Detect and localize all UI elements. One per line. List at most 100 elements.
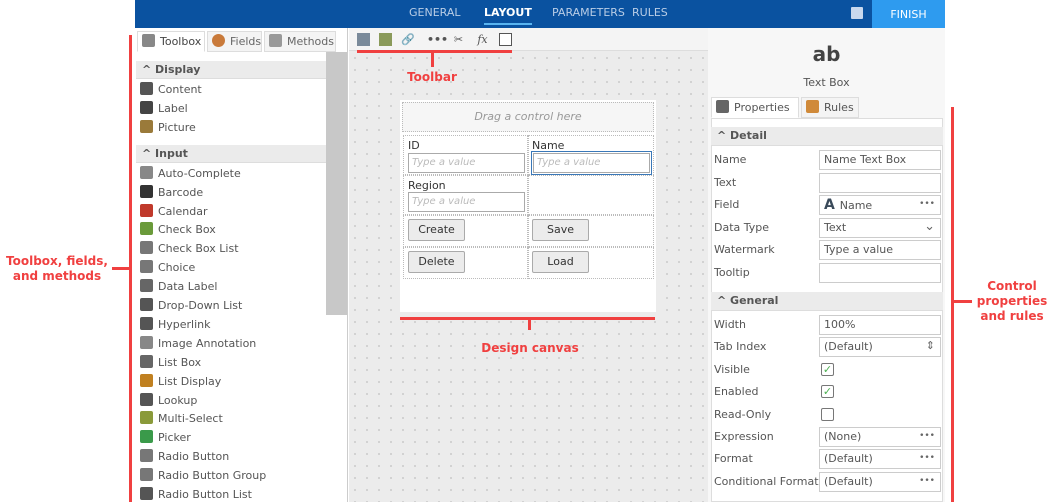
properties-icon [716,100,729,113]
tab-rules[interactable]: Rules [801,97,859,118]
list-box-icon [140,354,153,368]
region-input[interactable]: Type a value [408,192,525,212]
toolbox-item-list-display[interactable]: List Display [140,373,221,388]
tab-label: Methods [287,35,334,48]
ellipsis-icon[interactable]: ••• [919,449,935,467]
tab-properties[interactable]: Properties [711,97,799,118]
tab-toolbox[interactable]: Toolbox [137,31,205,52]
field-value: 100% [824,318,856,331]
tab-label: Properties [734,101,790,114]
spinner-icon[interactable]: ⇕ [926,337,935,355]
toolbox-item-picture[interactable]: Picture [140,119,196,134]
radio-button-list-icon [140,487,153,500]
toolbox-item-multi-select[interactable]: Multi-Select [140,411,223,425]
toolbox-item-auto-complete[interactable]: Auto-Complete [140,165,241,180]
textbox-icon: ab [812,42,841,66]
enabled-checkbox[interactable]: ✓ [821,385,834,399]
toolbox-item-calendar[interactable]: Calendar [140,203,207,218]
ellipsis-icon[interactable]: ••• [919,472,935,490]
item-label: Barcode [158,185,204,199]
toolbox-item-data-label[interactable]: Data Label [140,279,217,293]
tooltip-field[interactable] [819,263,941,283]
create-button[interactable]: Create [408,219,465,241]
toolbox-item-drop-down-list[interactable]: Drop-Down List [140,298,242,312]
annotation-toolbar: Toolbar [407,70,457,84]
expression-field[interactable]: (None) ••• [819,427,941,447]
id-input[interactable]: Type a value [408,153,525,173]
format-field[interactable]: (Default) ••• [819,449,941,470]
annotation-line [357,50,512,53]
toolbox-item-lookup[interactable]: Lookup [140,392,198,407]
tab-label: Fields [230,35,262,48]
section-header-display[interactable]: ^ Display [136,61,326,79]
save-button[interactable]: Save [532,219,589,241]
toolbox-item-barcode[interactable]: Barcode [140,184,204,199]
ellipsis-icon[interactable]: ••• [919,195,935,213]
item-label: Lookup [158,393,198,407]
toolbox-item-list-box[interactable]: List Box [140,354,202,369]
properties-icon[interactable] [499,33,512,46]
tab-fields[interactable]: Fields [207,31,262,52]
read-only-checkbox[interactable] [821,407,834,421]
name-input[interactable]: Type a value [531,151,652,175]
toolbox-item-radio-button-group[interactable]: Radio Button Group [140,468,266,482]
annotation-line [129,35,132,502]
toolbox-item-check-box[interactable]: Check Box [140,222,216,236]
tab-rules[interactable]: RULES [632,6,668,19]
chevron-down-icon[interactable]: ⌄ [924,218,935,236]
choice-icon [140,260,153,274]
toolbox-item-content[interactable]: Content [140,82,202,96]
save-icon[interactable] [851,7,863,19]
tab-parameters[interactable]: PARAMETERS [552,6,625,19]
name-field[interactable]: Name Text Box [819,150,941,170]
link-icon[interactable]: 🔗 [401,33,415,46]
picture-add-icon[interactable] [379,33,392,46]
drop-zone[interactable]: Drag a control here [402,102,654,132]
data-label-icon [140,279,153,293]
toolbox-item-radio-button-list[interactable]: Radio Button List [140,487,252,501]
toolbox-item-radio-button[interactable]: Radio Button [140,449,229,463]
tools-refresh-icon[interactable]: ✂ [452,33,465,46]
section-header-input[interactable]: ^ Input [136,144,326,163]
section-header-general[interactable]: ^ General [711,292,943,311]
toolbox-item-picker[interactable]: Picker [140,430,191,444]
annotation-left: Toolbox, fields, and methods [6,254,108,283]
tab-methods[interactable]: Methods [264,31,336,52]
conditional-format-field[interactable]: (Default) ••• [819,471,941,492]
toolbox-item-hyperlink[interactable]: Hyperlink [140,316,211,331]
watermark-field[interactable]: Type a value [819,240,941,261]
read-only-label: Read-Only [714,407,772,421]
radio-button-group-icon [140,468,153,482]
item-label: Hyperlink [158,317,211,331]
delete-button[interactable]: Delete [408,251,465,273]
ellipsis-icon[interactable]: ••• [919,427,935,445]
load-button[interactable]: Load [532,251,589,273]
item-label: Picker [158,431,191,445]
toolbox-item-label[interactable]: Label [140,100,188,115]
toolbox-item-image-annotation[interactable]: Image Annotation [140,335,256,350]
section-title: Detail [730,129,767,142]
more-icon[interactable]: ••• [427,33,448,46]
width-field[interactable]: 100% [819,315,941,335]
data-type-field[interactable]: Text ⌄ [819,217,941,238]
picker-icon [140,430,153,444]
toolbox-item-choice[interactable]: Choice [140,260,195,274]
table-icon[interactable] [357,33,370,46]
tab-general[interactable]: GENERAL [409,6,461,19]
image-annotation-icon [140,335,153,349]
visible-checkbox[interactable]: ✓ [821,362,834,376]
section-header-detail[interactable]: ^ Detail [711,127,943,146]
tooltip-label: Tooltip [714,266,750,279]
item-label: List Box [158,355,202,369]
label-icon [140,100,153,114]
tab-index-field[interactable]: (Default) ⇕ [819,337,941,358]
toolbox-item-check-box-list[interactable]: Check Box List [140,241,239,255]
finish-button[interactable]: FINISH [872,0,945,28]
field-field[interactable]: A Name ••• [819,195,941,216]
text-field[interactable] [819,172,941,193]
function-icon[interactable]: fx [476,33,489,46]
scrollbar[interactable] [326,52,347,315]
tab-layout[interactable]: LAYOUT [484,6,532,25]
picture-icon [140,119,153,133]
item-label: Auto-Complete [158,166,241,180]
